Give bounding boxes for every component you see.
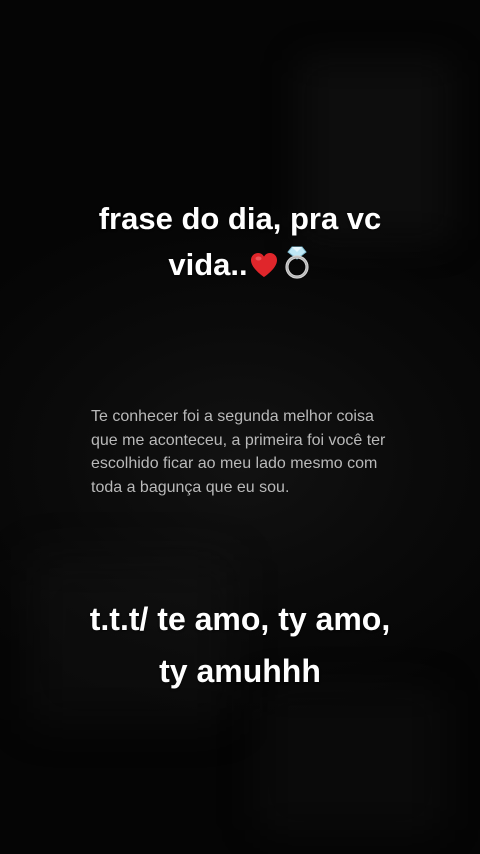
bottom-caption-line-1: t.t.t/ te amo, ty amo, <box>89 601 391 637</box>
bottom-caption-line-2: ty amuhhh <box>159 653 321 689</box>
story-screen: frase do dia, pra vc vida.. Te conhecer … <box>0 0 480 854</box>
top-caption-line-2: vida.. <box>0 242 480 292</box>
quote-line: que me aconteceu, a primeira foi você te… <box>91 431 386 449</box>
bottom-caption: t.t.t/ te amo, ty amo, ty amuhhh <box>0 593 480 697</box>
quote-text: Te conhecer foi a segunda melhor coisa q… <box>91 405 411 499</box>
ring-icon <box>282 245 312 292</box>
background-blur-shape <box>260 690 440 830</box>
top-caption: frase do dia, pra vc vida.. <box>0 196 480 292</box>
top-caption-line-2-text: vida.. <box>168 247 248 282</box>
quote-line: escolhido ficar ao meu lado mesmo com <box>91 455 378 472</box>
quote-line: Te conhecer foi a segunda melhor coisa <box>91 408 374 425</box>
quote-line: toda a bagunça que eu sou. <box>91 478 290 496</box>
heart-icon <box>250 243 278 289</box>
top-caption-line-1: frase do dia, pra vc <box>98 201 382 236</box>
